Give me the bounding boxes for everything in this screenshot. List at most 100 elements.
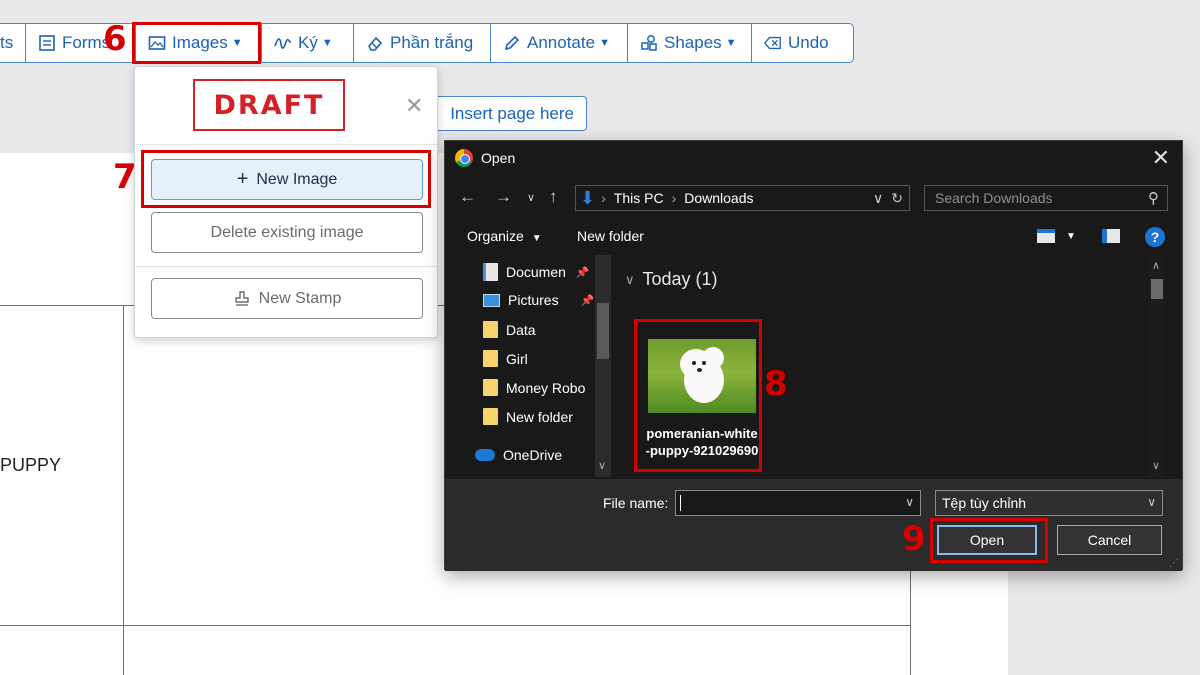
up-arrow-icon[interactable]: ↑: [549, 187, 558, 207]
nav-item-label: Documen: [506, 264, 566, 280]
toolbar-annotate-button[interactable]: Annotate ▼: [490, 23, 627, 63]
draft-stamp-text: DRAFT: [213, 89, 325, 121]
insert-page-button[interactable]: Insert page here: [420, 96, 587, 131]
toolbar-sign-button[interactable]: Ký ▼: [261, 23, 353, 63]
nav-item-new-folder[interactable]: New folder: [483, 408, 573, 425]
pin-icon: 📌: [580, 294, 595, 307]
highlight-open-button: [930, 518, 1048, 563]
toolbar-text-button[interactable]: ts: [0, 23, 25, 63]
nav-item-label: Money Robo: [506, 379, 586, 396]
chevron-down-icon[interactable]: ∨: [873, 190, 883, 207]
chevron-up-icon[interactable]: ∧: [1152, 259, 1160, 272]
breadcrumb-separator: ›: [601, 190, 606, 206]
cancel-button[interactable]: Cancel: [1057, 525, 1162, 555]
chevron-down-icon: ▼: [599, 37, 610, 49]
dialog-footer: File name: ∨ Tệp tùy chỉnh ∨ Open Cancel…: [445, 479, 1182, 571]
insert-page-label: Insert page here: [450, 103, 574, 123]
toolbar-text-label: ts: [0, 33, 14, 52]
chevron-down-icon: ∨: [625, 271, 635, 287]
toolbar-undo-button[interactable]: Undo: [751, 23, 854, 63]
signature-icon: [274, 38, 292, 49]
nav-item-label: Girl: [506, 350, 528, 367]
nav-item-money-robot[interactable]: Money Robo: [483, 379, 585, 396]
organize-label: Organize: [467, 228, 524, 244]
file-name-input[interactable]: ∨: [675, 490, 921, 516]
nav-item-label: OneDrive: [503, 447, 563, 463]
document-folder-icon: [483, 263, 498, 281]
breadcrumb-this-pc[interactable]: This PC: [614, 190, 664, 206]
refresh-icon[interactable]: ↻: [891, 190, 903, 207]
pen-icon: [504, 35, 520, 51]
table-border: [0, 625, 910, 626]
search-icon: ⚲: [1148, 190, 1159, 207]
toolbar-whiteout-label: Phần trắng: [390, 33, 474, 52]
folder-icon: [483, 408, 498, 425]
close-icon[interactable]: ✕: [1152, 145, 1170, 171]
toolbar-shapes-button[interactable]: Shapes ▼: [627, 23, 751, 63]
preview-pane-icon[interactable]: [1102, 229, 1120, 243]
main-toolbar: ts Forms Images ▼ Ký ▼ Phần trắng Annota…: [0, 23, 854, 63]
file-name-field-label: File name:: [603, 495, 669, 511]
draft-stamp-image[interactable]: DRAFT: [193, 79, 345, 131]
new-folder-button[interactable]: New folder: [577, 228, 644, 244]
highlight-file-item: [634, 319, 762, 472]
view-mode-icon[interactable]: [1037, 229, 1055, 243]
chevron-down-icon[interactable]: ∨: [527, 191, 535, 204]
file-type-value: Tệp tùy chỉnh: [942, 495, 1027, 511]
delete-image-label: Delete existing image: [210, 223, 364, 241]
navigation-pane: Documen 📌 Pictures 📌 Data Girl Money Rob…: [445, 255, 615, 477]
toolbar-undo-label: Undo: [788, 33, 829, 52]
folder-icon: [483, 350, 498, 367]
chevron-down-icon[interactable]: ∨: [598, 459, 606, 472]
shapes-icon: [641, 35, 657, 51]
chevron-down-icon: ∨: [1147, 495, 1156, 509]
open-file-dialog: Open ✕ ← → ∨ ↑ ⬇ › This PC › Downloads ∨…: [444, 140, 1183, 571]
nav-scrollbar[interactable]: ∨: [595, 255, 611, 477]
delete-image-button[interactable]: Delete existing image: [151, 212, 423, 253]
stamp-icon: [234, 290, 249, 306]
caret-down-icon[interactable]: ▼: [1066, 231, 1076, 242]
file-type-select[interactable]: Tệp tùy chỉnh ∨: [935, 490, 1163, 516]
nav-item-onedrive[interactable]: OneDrive: [475, 447, 562, 463]
search-input[interactable]: Search Downloads ⚲: [924, 185, 1168, 211]
group-header-label: Today (1): [642, 269, 718, 289]
chrome-icon: [455, 149, 473, 167]
highlight-images-button: [132, 22, 261, 64]
step-number-7: 7: [113, 157, 137, 197]
divider: [135, 144, 437, 145]
content-scrollbar[interactable]: ∧ ∨: [1149, 255, 1165, 477]
step-number-6: 6: [103, 19, 127, 59]
resize-grip-icon[interactable]: ⋰: [1169, 558, 1179, 569]
folder-icon: [483, 321, 498, 338]
pin-icon: 📌: [575, 266, 590, 279]
new-stamp-button[interactable]: New Stamp: [151, 278, 423, 319]
pictures-folder-icon: [483, 293, 500, 307]
form-icon: [39, 35, 55, 51]
group-header[interactable]: ∨ Today (1): [625, 269, 718, 290]
content-scrollbar-thumb[interactable]: [1151, 279, 1163, 299]
toolbar-whiteout-button[interactable]: Phần trắng: [353, 23, 490, 63]
chevron-down-icon: ▼: [725, 37, 737, 49]
chevron-down-icon[interactable]: ∨: [1152, 459, 1160, 472]
nav-item-label: New folder: [506, 408, 573, 425]
downloads-arrow-icon: ⬇: [580, 187, 596, 208]
nav-scrollbar-thumb[interactable]: [597, 303, 609, 359]
new-stamp-label: New Stamp: [258, 289, 342, 307]
help-icon[interactable]: ?: [1145, 227, 1165, 247]
chevron-down-icon[interactable]: ∨: [905, 495, 914, 509]
dialog-titlebar: Open: [455, 149, 515, 167]
nav-item-pictures[interactable]: Pictures 📌: [483, 292, 594, 308]
breadcrumb-separator: ›: [671, 190, 677, 206]
nav-item-documents[interactable]: Documen 📌: [483, 263, 590, 281]
step-number-9: 9: [902, 519, 926, 559]
nav-item-data[interactable]: Data: [483, 321, 536, 338]
table-border: [123, 305, 124, 675]
onedrive-cloud-icon: [475, 449, 495, 461]
address-bar[interactable]: ⬇ › This PC › Downloads ∨ ↻: [575, 185, 910, 211]
nav-item-girl[interactable]: Girl: [483, 350, 528, 367]
organize-button[interactable]: Organize ▼: [467, 228, 542, 244]
breadcrumb-downloads[interactable]: Downloads: [684, 190, 753, 206]
back-arrow-icon[interactable]: ←: [459, 187, 476, 207]
forward-arrow-icon[interactable]: →: [495, 187, 512, 207]
close-icon[interactable]: ✕: [405, 93, 423, 119]
